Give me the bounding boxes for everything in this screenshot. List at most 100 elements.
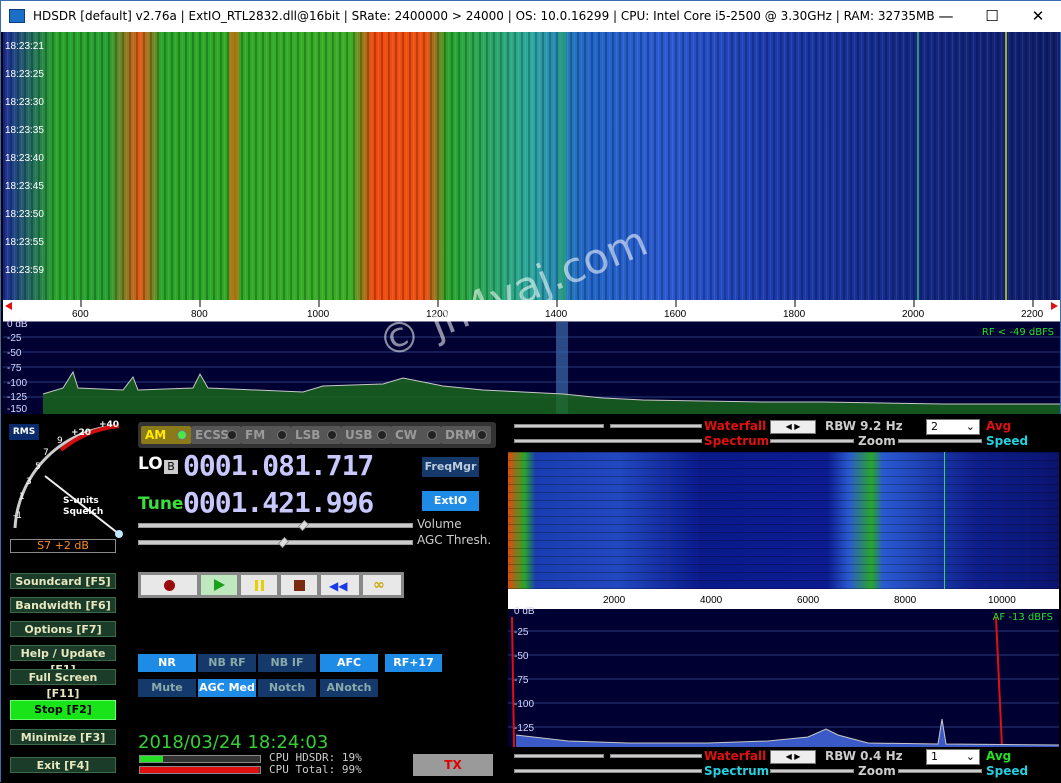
rewind-button[interactable]: ◀◀: [320, 574, 360, 596]
rf-gain-button[interactable]: RF+17: [385, 654, 442, 672]
zoom-label: Zoom: [858, 764, 896, 778]
mute-button[interactable]: Mute: [138, 679, 196, 697]
speed-slider[interactable]: [898, 769, 982, 773]
options-button[interactable]: Options [F7]: [10, 621, 116, 637]
meter-scale-label: 5: [35, 462, 41, 472]
zoom-label: Zoom: [858, 434, 896, 448]
spectrum-db-label: -25: [7, 333, 22, 344]
minimize-window-button[interactable]: —: [923, 1, 969, 32]
slider-thumb-icon[interactable]: [278, 537, 289, 548]
rbw-arrows[interactable]: ◀ ▶: [770, 750, 816, 764]
help-update-button[interactable]: Help / Update [F1]: [10, 645, 116, 676]
led-icon: [227, 430, 237, 440]
volume-slider[interactable]: [138, 520, 413, 531]
extio-button[interactable]: ExtIO: [422, 491, 479, 511]
loop-icon: ∞: [373, 577, 385, 593]
minimize-button[interactable]: Minimize [F3]: [10, 729, 116, 745]
waterfall-time-label: 18:23:40: [5, 153, 44, 164]
afc-button[interactable]: AFC: [320, 654, 378, 672]
waterfall-slider-1[interactable]: [514, 424, 604, 428]
play-button[interactable]: [200, 574, 238, 596]
full-screen-button[interactable]: Full Screen [F11]: [10, 669, 116, 700]
rbw-arrows[interactable]: ◀ ▶: [770, 420, 816, 434]
waterfall-time-label: 18:23:21: [5, 41, 44, 52]
mode-fm-button[interactable]: FM: [241, 426, 291, 444]
waterfall-slider-2[interactable]: [610, 754, 702, 758]
meter-scale-label: -1: [13, 511, 22, 521]
waterfall-time-label: 18:23:35: [5, 125, 44, 136]
rewind-icon: ◀◀: [329, 579, 348, 593]
mode-label: ECSS: [195, 428, 229, 442]
spectrum-slider[interactable]: [514, 439, 702, 443]
af-frequency-scale[interactable]: 2000 4000 6000 8000 10000: [508, 589, 1059, 609]
zoom-slider-left[interactable]: [770, 439, 854, 443]
stop-playback-button[interactable]: [280, 574, 318, 596]
agc-threshold-label: AGC Thresh.: [417, 533, 492, 547]
waterfall-slider-2[interactable]: [610, 424, 702, 428]
record-button[interactable]: [140, 574, 198, 596]
slider-thumb-icon[interactable]: [298, 520, 309, 531]
lo-frequency-display[interactable]: 0001.081.717: [183, 449, 374, 482]
freqmgr-button[interactable]: FreqMgr: [422, 457, 479, 477]
stop-icon: [294, 580, 305, 591]
agc-threshold-slider[interactable]: [138, 537, 413, 548]
loop-button[interactable]: ∞: [362, 574, 402, 596]
stop-button[interactable]: Stop [F2]: [10, 700, 116, 720]
squelch-label: Squelch: [63, 507, 104, 517]
nr-button[interactable]: NR: [138, 654, 196, 672]
waterfall-label: Waterfall: [704, 749, 767, 763]
title-bar[interactable]: HDSDR [default] v2.76a | ExtIO_RTL2832.d…: [1, 1, 1061, 32]
nb-rf-button[interactable]: NB RF: [198, 654, 256, 672]
nb-if-button[interactable]: NB IF: [258, 654, 316, 672]
tune-frequency-display[interactable]: 0001.421.996: [183, 486, 374, 519]
agc-button[interactable]: AGC Med: [198, 679, 256, 697]
rf-spectrum[interactable]: 0 dB -25 -50 -75 -100 -125 -150 RF < -49…: [3, 319, 1060, 415]
play-icon: [214, 579, 225, 591]
tx-button[interactable]: TX: [413, 754, 493, 776]
waterfall-time-label: 18:23:30: [5, 97, 44, 108]
mode-cw-button[interactable]: CW: [391, 426, 441, 444]
mode-label: USB: [345, 428, 373, 442]
lo-bank-button[interactable]: B: [164, 460, 178, 474]
mode-am-button[interactable]: AM: [141, 426, 191, 444]
anotch-button[interactable]: ANotch: [320, 679, 378, 697]
waterfall-slider-1[interactable]: [514, 754, 604, 758]
hdsdr-window: HDSDR [default] v2.76a | ExtIO_RTL2832.d…: [0, 0, 1061, 783]
mode-usb-button[interactable]: USB: [341, 426, 391, 444]
af-db-label: -25: [514, 627, 529, 638]
cpu-hdsdr-bar: [139, 755, 261, 763]
spectrum-slider[interactable]: [514, 769, 702, 773]
spectrum-db-label: -75: [7, 363, 22, 374]
avg-select[interactable]: 1 ⌄: [926, 749, 980, 765]
af-waterfall[interactable]: [508, 452, 1059, 589]
af-db-label: -125: [514, 723, 535, 734]
soundcard-button[interactable]: Soundcard [F5]: [10, 573, 116, 589]
notch-button[interactable]: Notch: [258, 679, 316, 697]
mode-drm-button[interactable]: DRM: [441, 426, 491, 444]
spectrum-label: Spectrum: [704, 764, 770, 778]
mode-bar: AM ECSS FM LSB USB CW DRM: [138, 422, 496, 448]
close-window-button[interactable]: ✕: [1015, 1, 1061, 32]
bandwidth-button[interactable]: Bandwidth [F6]: [10, 597, 116, 613]
zoom-slider-left[interactable]: [770, 769, 854, 773]
lo-label: LO: [138, 454, 163, 474]
speed-slider[interactable]: [898, 439, 982, 443]
cpu-total-bar: [139, 766, 261, 774]
mode-label: FM: [245, 428, 266, 442]
meter-scale-label: +20: [71, 428, 92, 438]
window-title: HDSDR [default] v2.76a | ExtIO_RTL2832.d…: [33, 9, 935, 23]
pause-button[interactable]: [240, 574, 278, 596]
rbw-readout: RBW 0.4 Hz: [825, 749, 903, 763]
avg-select[interactable]: 2 ⌄: [926, 419, 980, 435]
mode-ecss-button[interactable]: ECSS: [191, 426, 241, 444]
pause-icon: [255, 580, 258, 591]
mode-lsb-button[interactable]: LSB: [291, 426, 341, 444]
chevron-down-icon: ⌄: [965, 750, 975, 763]
waterfall-time-label: 18:23:59: [5, 265, 44, 276]
speed-label: Speed: [986, 434, 1029, 448]
af-spectrum[interactable]: 0 dB -25 -50 -75 -100 -125 AF -13 dBFS: [508, 606, 1059, 747]
date-time-display: 2018/03/24 18:24:03: [138, 732, 329, 753]
af-frequency-tick: 4000: [700, 595, 723, 606]
exit-button[interactable]: Exit [F4]: [10, 757, 116, 773]
maximize-window-button[interactable]: ☐: [969, 1, 1015, 32]
